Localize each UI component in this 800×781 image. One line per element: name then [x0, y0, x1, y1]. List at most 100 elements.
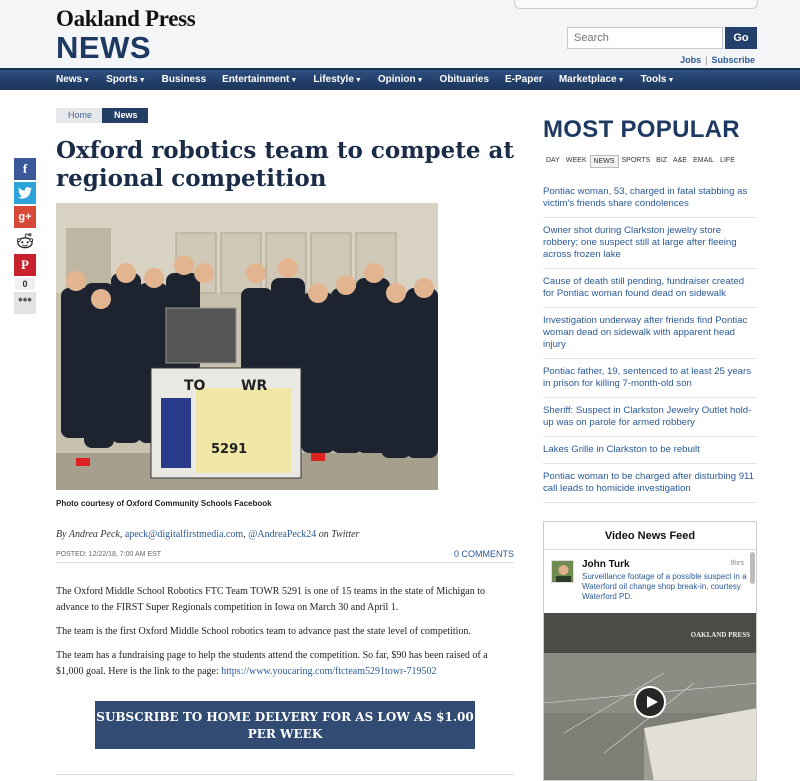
reddit-icon[interactable]: [14, 230, 36, 252]
caret-down-icon: ▼: [617, 77, 625, 84]
utility-tabs[interactable]: [514, 0, 758, 9]
jobs-link[interactable]: Jobs: [680, 55, 701, 65]
site-logo[interactable]: Oakland Press NEWS: [56, 6, 196, 66]
tab-sports[interactable]: SPORTS: [619, 155, 654, 168]
nav-item-business[interactable]: Business: [154, 70, 214, 90]
caret-down-icon: ▼: [667, 77, 675, 84]
tab-biz[interactable]: BIZ: [653, 155, 670, 168]
breadcrumb-news[interactable]: News: [102, 108, 148, 123]
tab-ae[interactable]: A&E: [670, 155, 690, 168]
tab-news[interactable]: NEWS: [589, 155, 619, 168]
fundraiser-link[interactable]: https://www.youcaring.com/ftcteam5291tow…: [221, 666, 436, 677]
most-popular-list: Pontiac woman, 53, charged in fatal stab…: [543, 186, 757, 510]
article-body: The Oxford Middle School Robotics FTC Te…: [56, 584, 514, 688]
nav-item-tools[interactable]: Tools▼: [633, 70, 683, 90]
caret-down-icon: ▼: [354, 77, 362, 84]
photo-caption: Photo courtesy of Oxford Community Schoo…: [56, 499, 272, 508]
nav-label: Opinion: [377, 74, 416, 85]
list-item[interactable]: Investigation underway after friends fin…: [543, 315, 757, 359]
caret-down-icon: ▼: [83, 77, 91, 84]
nav-label: Sports: [106, 74, 138, 85]
video-time: 9hrs: [730, 560, 744, 567]
breadcrumb: Home News: [56, 108, 148, 123]
article-photo[interactable]: TO WR 5291: [56, 203, 438, 490]
facebook-icon[interactable]: f: [14, 158, 36, 180]
article-headline: Oxford robotics team to compete at regio…: [56, 137, 515, 192]
share-bar: f g+ P 0 •••: [14, 158, 36, 316]
nav-item-marketplace[interactable]: Marketplace▼: [551, 70, 633, 90]
nav-item-news[interactable]: News▼: [56, 70, 98, 90]
section-name: NEWS: [56, 30, 151, 65]
most-popular-tabs: DAY WEEK NEWS SPORTS BIZ A&E EMAIL LIFE: [543, 155, 738, 168]
nav-item-entertainment[interactable]: Entertainment▼: [214, 70, 305, 90]
nav-label: E-Paper: [505, 74, 543, 85]
paragraph: The team has a fundraising page to help …: [56, 648, 514, 680]
breadcrumb-home[interactable]: Home: [56, 108, 103, 123]
byline-author: By Andrea Peck,: [56, 529, 123, 540]
nav-item-e-paper[interactable]: E-Paper: [497, 70, 551, 90]
pinterest-icon[interactable]: P: [14, 254, 36, 276]
header-links: Jobs | Subscribe: [680, 55, 755, 65]
main-nav: News▼ Sports▼ Business Entertainment▼ Lifest…: [0, 68, 800, 90]
nav-item-sports[interactable]: Sports▼: [98, 70, 154, 90]
subscribe-link[interactable]: Subscribe: [711, 55, 755, 65]
list-item[interactable]: Cause of death still pending, fundraiser…: [543, 276, 757, 308]
search-input[interactable]: [567, 27, 723, 49]
video-player[interactable]: OAKLAND PRESS: [544, 613, 756, 780]
list-item[interactable]: Sheriff: Suspect in Clarkston Jewelry Ou…: [543, 405, 757, 437]
list-item[interactable]: Pontiac woman to be charged after distur…: [543, 471, 757, 503]
site-header: Oakland Press NEWS Go Jobs |Subscribe: [0, 0, 800, 68]
caret-down-icon: ▼: [416, 77, 424, 84]
most-popular-title: MOST POPULAR: [543, 116, 740, 143]
comments-link[interactable]: 0 COMMENTS: [454, 549, 514, 559]
board-text-to: TO: [184, 378, 206, 394]
nav-label: News: [56, 74, 83, 85]
video-news-feed: Video News Feed John Turk 9hrs Surveilla…: [543, 521, 757, 781]
nav-label: Marketplace: [558, 74, 617, 85]
list-item[interactable]: Lakes Grille in Clarkston to be rebuilt: [543, 444, 757, 464]
nav-label: Lifestyle: [313, 74, 354, 85]
nav-item-opinion[interactable]: Opinion▼: [370, 70, 432, 90]
byline: By Andrea Peck, apeck@digitalfirstmedia.…: [56, 529, 359, 540]
tab-life[interactable]: LIFE: [717, 155, 738, 168]
board-text-wr: WR: [241, 378, 267, 394]
more-share-icon[interactable]: •••: [14, 292, 36, 314]
video-watermark: OAKLAND PRESS: [690, 631, 750, 639]
author-twitter-link[interactable]: @AndreaPeck24: [248, 529, 316, 540]
twitter-icon[interactable]: [14, 182, 36, 204]
nav-label: Obituaries: [439, 74, 490, 85]
link-separator: |: [705, 55, 708, 65]
nav-label: Tools: [640, 74, 667, 85]
nav-label: Business: [161, 74, 207, 85]
tab-email[interactable]: EMAIL: [690, 155, 717, 168]
board-text-number: 5291: [211, 442, 247, 457]
play-icon[interactable]: [634, 686, 666, 718]
nav-label: Entertainment: [222, 74, 290, 85]
divider: [56, 774, 514, 775]
caret-down-icon: ▼: [290, 77, 298, 84]
subscribe-banner[interactable]: SUBSCRIBE TO HOME DELVERY FOR AS LOW AS …: [95, 701, 475, 749]
brand-name: Oakland Press: [56, 6, 196, 31]
posted-date: POSTED: 12/22/18, 7:00 AM EST: [56, 551, 514, 563]
author-email-link[interactable]: apeck@digitalfirstmedia.com: [125, 529, 243, 540]
byline-sep: ,: [243, 529, 246, 540]
video-description[interactable]: Surveillance footage of a possible suspe…: [582, 572, 750, 602]
tab-week[interactable]: WEEK: [563, 155, 590, 168]
byline-suffix: on Twitter: [318, 529, 360, 540]
share-count: 0: [15, 278, 35, 290]
scrollbar[interactable]: [750, 552, 755, 584]
paragraph: The Oxford Middle School Robotics FTC Te…: [56, 586, 485, 613]
list-item[interactable]: Pontiac father, 19, sentenced to at leas…: [543, 366, 757, 398]
video-feed-title: Video News Feed: [544, 522, 756, 550]
video-author: John Turk: [582, 559, 630, 570]
google-plus-icon[interactable]: g+: [14, 206, 36, 228]
nav-item-obituaries[interactable]: Obituaries: [432, 70, 497, 90]
list-item[interactable]: Pontiac woman, 53, charged in fatal stab…: [543, 186, 757, 218]
list-item[interactable]: Owner shot during Clarkston jewelry stor…: [543, 225, 757, 269]
video-post[interactable]: John Turk 9hrs Surveillance footage of a…: [544, 550, 756, 612]
tab-day[interactable]: DAY: [543, 155, 563, 168]
nav-item-lifestyle[interactable]: Lifestyle▼: [305, 70, 370, 90]
search-button[interactable]: Go: [725, 27, 757, 49]
avatar: [551, 560, 574, 583]
paragraph: The team is the first Oxford Middle Scho…: [56, 626, 471, 637]
